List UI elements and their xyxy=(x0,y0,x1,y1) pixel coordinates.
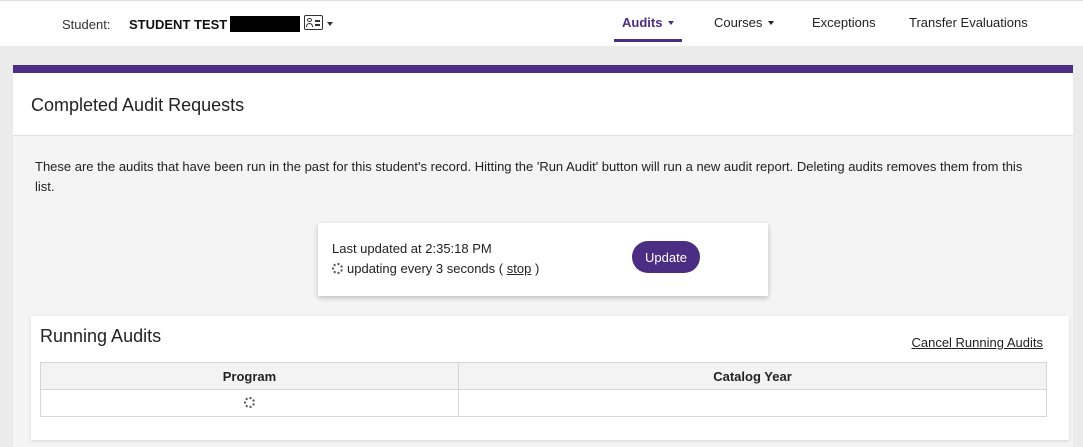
card-header: Completed Audit Requests xyxy=(13,73,1073,136)
card-accent-bar xyxy=(13,65,1073,73)
student-name: STUDENT TEST / xyxy=(129,17,235,32)
id-card-icon[interactable] xyxy=(304,15,323,30)
running-audits-table: Program Catalog Year xyxy=(40,362,1047,417)
top-nav-bar: Student: STUDENT TEST / Audits Courses E… xyxy=(0,0,1083,46)
catalog-year-cell xyxy=(458,389,1047,417)
running-audits-title: Running Audits xyxy=(40,326,162,346)
nav-audits-label: Audits xyxy=(622,15,663,30)
column-header-catalog-year: Catalog Year xyxy=(458,362,1047,390)
nav-exceptions[interactable]: Exceptions xyxy=(812,15,876,30)
table-row xyxy=(40,389,1047,417)
updating-close-paren: ) xyxy=(534,261,540,276)
column-header-program: Program xyxy=(40,362,459,390)
card-description: These are the audits that have been run … xyxy=(35,159,1023,194)
chevron-down-icon xyxy=(668,21,675,25)
update-button[interactable]: Update xyxy=(632,241,700,273)
program-cell xyxy=(40,389,459,417)
updating-status: updating every 3 seconds ( stop ) xyxy=(332,261,539,276)
page-title: Completed Audit Requests xyxy=(31,95,245,115)
active-tab-indicator xyxy=(614,39,682,42)
table-header-row: Program Catalog Year xyxy=(40,362,1047,390)
student-dropdown-caret-icon[interactable] xyxy=(327,22,333,26)
nav-courses[interactable]: Courses xyxy=(714,15,775,30)
running-audits-panel: Running Audits Cancel Running Audits Pro… xyxy=(31,316,1069,440)
last-updated-text: Last updated at 2:35:18 PM xyxy=(332,241,492,256)
student-label: Student: xyxy=(62,17,111,32)
stop-link[interactable]: stop xyxy=(507,261,532,276)
updating-text: updating every 3 seconds ( xyxy=(347,261,504,276)
nav-transfer-evaluations[interactable]: Transfer Evaluations xyxy=(909,15,1028,30)
loading-spinner-icon xyxy=(332,263,343,274)
redacted-student-id xyxy=(230,16,300,32)
auto-update-panel: Last updated at 2:35:18 PM updating ever… xyxy=(318,223,768,296)
nav-courses-label: Courses xyxy=(714,15,763,30)
cancel-running-audits-link[interactable]: Cancel Running Audits xyxy=(911,335,1043,350)
nav-audits[interactable]: Audits xyxy=(622,15,675,30)
loading-spinner-icon xyxy=(244,396,255,408)
completed-audits-card: Completed Audit Requests These are the a… xyxy=(13,73,1073,447)
chevron-down-icon xyxy=(768,21,775,25)
